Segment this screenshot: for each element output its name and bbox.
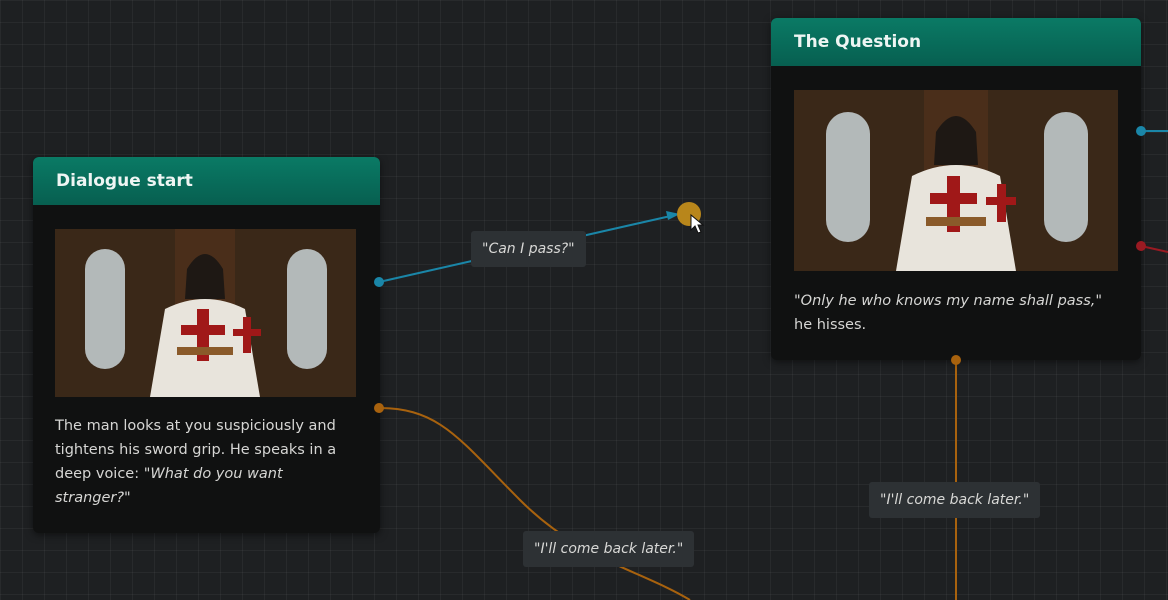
output-port-orange[interactable] [374, 403, 384, 413]
output-port-orange[interactable] [951, 355, 961, 365]
output-port-blue[interactable] [374, 277, 384, 287]
output-port-red[interactable] [1136, 241, 1146, 251]
edge-label-come-back-right[interactable]: "I'll come back later." [869, 482, 1041, 518]
output-port-blue[interactable] [1136, 126, 1146, 136]
edge-label-come-back-left[interactable]: "I'll come back later." [523, 531, 695, 567]
edge-label-can-i-pass[interactable]: "Can I pass?" [471, 231, 586, 267]
